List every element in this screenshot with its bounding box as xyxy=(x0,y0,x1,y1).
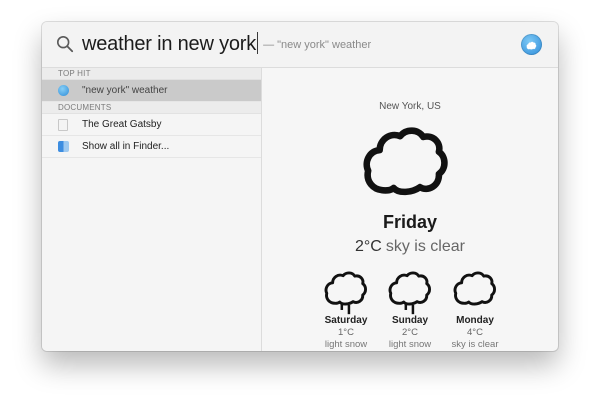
weather-temp: 2°C xyxy=(355,238,382,255)
document-icon xyxy=(58,119,68,131)
snow-cloud-icon xyxy=(324,271,368,315)
mini-cloud-icon xyxy=(526,41,537,50)
section-header-documents: DOCUMENTS xyxy=(42,102,261,114)
result-show-all-finder[interactable]: Show all in Finder... xyxy=(42,136,261,158)
search-suggestion: — "new york" weather xyxy=(263,39,372,51)
result-document[interactable]: The Great Gatsby xyxy=(42,114,261,136)
forecast-temp: 4°C xyxy=(467,327,483,338)
result-label: "new york" weather xyxy=(82,85,168,96)
search-bar[interactable]: weather in new york — "new york" weather xyxy=(42,22,558,68)
forecast-day-monday: Monday 4°C sky is clear xyxy=(435,269,515,350)
weather-current: 2°C sky is clear xyxy=(262,238,558,256)
weather-app-icon xyxy=(521,34,542,55)
forecast-day: Monday xyxy=(456,315,494,326)
finder-icon xyxy=(58,141,69,152)
snow-cloud-icon xyxy=(388,271,432,315)
magnifier-icon xyxy=(56,35,74,53)
results-list: TOP HIT "new york" weather DOCUMENTS The… xyxy=(42,68,262,351)
section-header-top-hit: TOP HIT xyxy=(42,68,261,80)
cloud-icon xyxy=(360,123,452,197)
weather-location: New York, US xyxy=(379,101,441,112)
result-top-hit-weather[interactable]: "new york" weather xyxy=(42,80,261,102)
spotlight-window: weather in new york — "new york" weather … xyxy=(42,22,558,351)
cloud-icon xyxy=(453,271,497,306)
weather-preview: New York, US Friday 2°C sky is clear Satu… xyxy=(262,68,558,351)
text-caret xyxy=(257,32,259,54)
result-label: The Great Gatsby xyxy=(82,119,162,130)
weather-day: Friday xyxy=(382,212,438,232)
forecast-condition: sky is clear xyxy=(451,339,499,350)
search-input[interactable]: weather in new york — "new york" weather xyxy=(82,32,371,56)
weather-condition: sky is clear xyxy=(385,238,465,255)
weather-icon xyxy=(58,85,69,96)
search-query-text: weather in new york xyxy=(82,33,257,55)
result-label: Show all in Finder... xyxy=(82,141,170,152)
